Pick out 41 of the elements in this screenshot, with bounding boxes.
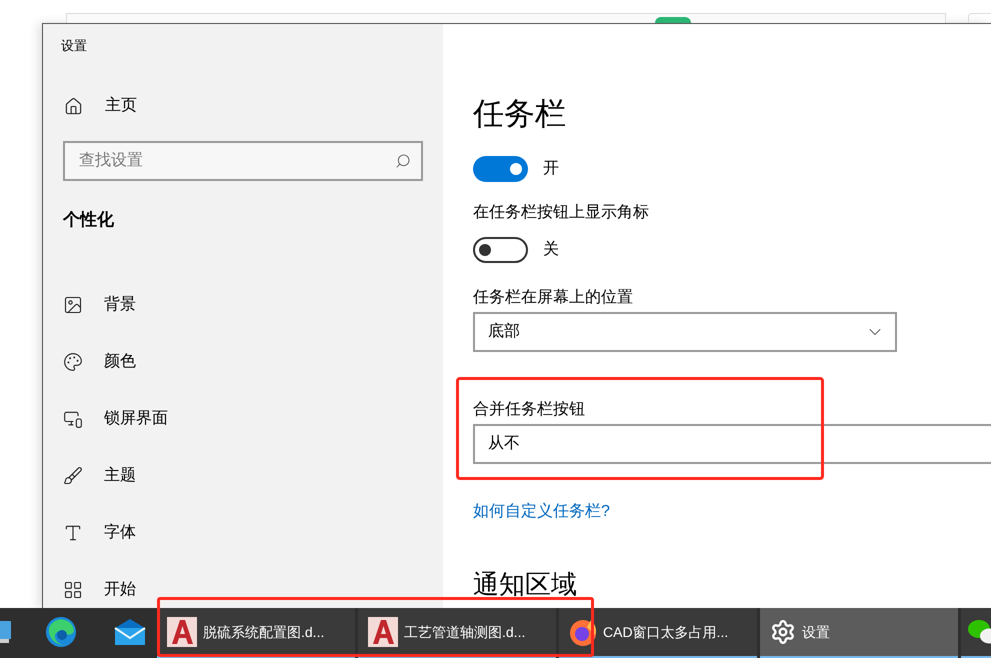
setting-label: 合并任务栏按钮 [473, 400, 585, 420]
search-icon [395, 153, 411, 169]
setting-label: 在任务栏按钮上显示角标 [473, 202, 649, 223]
taskbar-button[interactable]: 脱硫系统配置图.d... [157, 608, 355, 658]
background-window [968, 13, 991, 23]
nav-item[interactable]: 背景 [63, 276, 136, 333]
home-icon [64, 96, 83, 116]
nav-item[interactable]: 颜色 [63, 333, 136, 390]
toggle-switch[interactable] [473, 156, 528, 182]
section-heading: 通知区域 [473, 568, 577, 601]
firefox-icon [569, 617, 597, 647]
toggle-switch[interactable] [473, 237, 528, 263]
image-icon [63, 294, 83, 314]
palette-icon [63, 352, 83, 372]
nav-item[interactable]: 开始 [63, 561, 136, 608]
mail-icon [114, 618, 146, 646]
dropdown[interactable]: 从不 [473, 424, 991, 464]
settings-icon [770, 619, 796, 645]
taskbar-button[interactable]: 工艺管道轴测图.d... [358, 608, 556, 658]
taskbar-button[interactable] [961, 608, 991, 658]
nav-item[interactable]: 字体 [63, 504, 136, 561]
taskbar-button[interactable]: 设置 [760, 608, 958, 658]
section-heading: 个性化 [63, 209, 114, 231]
page-title: 任务栏 [473, 95, 566, 133]
dropdown[interactable]: 底部 [473, 312, 897, 352]
app-icon [0, 619, 11, 645]
browser-icon [45, 616, 77, 648]
taskbar-button[interactable]: CAD窗口太多占用... [559, 608, 757, 658]
search-field[interactable]: 查找设置 [63, 141, 423, 181]
toggle-state: 关 [543, 240, 559, 260]
nav-item[interactable]: 主题 [63, 447, 136, 504]
home-nav-item[interactable]: 主页 [64, 94, 137, 118]
grid-icon [63, 580, 83, 600]
autocad-icon [167, 617, 197, 647]
autocad-icon [368, 617, 398, 647]
setting-label: 任务栏在屏幕上的位置 [473, 288, 633, 308]
help-link[interactable]: 如何自定义任务栏? [473, 501, 610, 523]
toggle-state: 开 [543, 159, 559, 179]
nav-item[interactable]: 锁屏界面 [63, 390, 168, 447]
window-title: 设置 [61, 37, 87, 55]
brush-icon [63, 466, 83, 486]
